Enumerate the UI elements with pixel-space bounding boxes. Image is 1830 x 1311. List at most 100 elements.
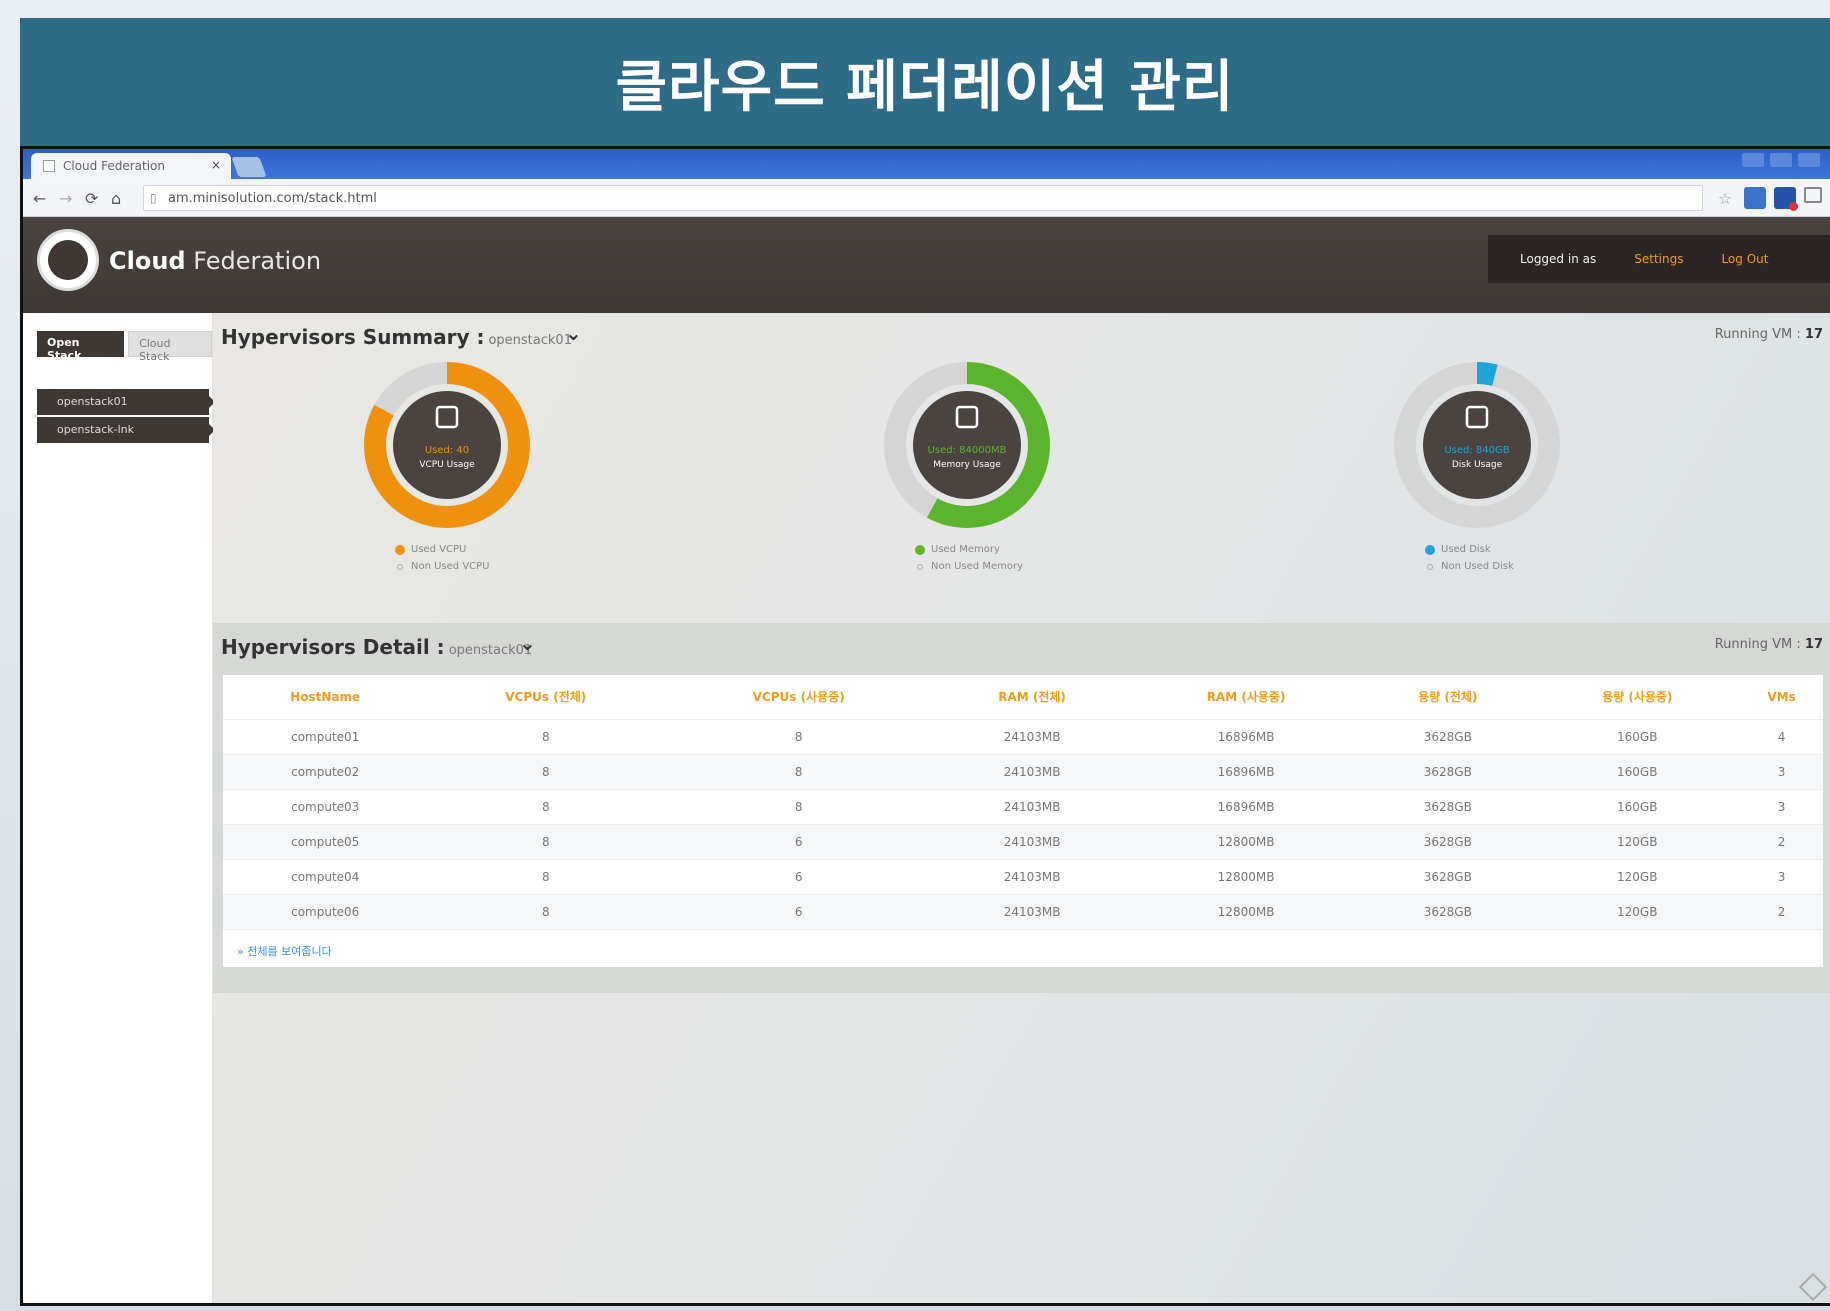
extension-icons: ☆ xyxy=(1714,187,1822,211)
table-row[interactable]: compute06 8 6 24103MB 12800MB 3628GB 120GB 2 xyxy=(223,894,1823,930)
table-cell: 8 xyxy=(427,754,665,790)
running-vm-value: 17 xyxy=(1804,327,1823,342)
table-cell: 24103MB xyxy=(933,719,1131,755)
disk-legend: Used Disk Non Used Disk xyxy=(1357,541,1597,575)
table-cell: compute05 xyxy=(223,824,428,860)
settings-link[interactable]: Settings xyxy=(1634,252,1683,266)
back-icon[interactable]: ← xyxy=(33,189,46,208)
table-row[interactable]: compute02 8 8 24103MB 16896MB 3628GB 160GB 3 xyxy=(223,754,1823,790)
memory-used-value: Used: 84000MB xyxy=(928,445,1007,456)
table-cell: compute04 xyxy=(223,859,428,895)
legend-label: Used VCPU xyxy=(411,544,467,555)
table-cell: 12800MB xyxy=(1131,894,1362,930)
browser-tab[interactable]: Cloud Federation × xyxy=(31,153,231,179)
column-header[interactable]: VCPUs (전체) xyxy=(427,675,665,720)
column-header[interactable]: 용량 (전체) xyxy=(1361,675,1535,720)
show-all-link[interactable]: » 전체를 보여줍니다 xyxy=(237,943,332,959)
table-cell: compute06 xyxy=(223,894,428,930)
table-cell: 24103MB xyxy=(933,894,1131,930)
column-header[interactable]: 용량 (사용중) xyxy=(1534,675,1741,720)
table-cell: 16896MB xyxy=(1131,789,1362,825)
table-cell: 6 xyxy=(664,894,934,930)
table-cell: 160GB xyxy=(1534,789,1741,825)
page-icon: ▯ xyxy=(150,191,157,205)
tab-open-stack[interactable]: Open Stack xyxy=(37,331,125,362)
new-tab-button[interactable] xyxy=(231,157,267,177)
legend-dot-icon xyxy=(915,544,925,555)
extension-icon[interactable] xyxy=(1774,187,1798,211)
summary-title-text: Hypervisors Summary : xyxy=(221,325,485,349)
browser-window: Cloud Federation × ← → ⟳ ⌂ ▯ am.minisolu… xyxy=(20,146,1830,1306)
hypervisor-table: HostName VCPUs (전체) VCPUs (사용중) RAM (전체) RAM… xyxy=(223,675,1823,967)
sidebar-item[interactable]: openstack01 xyxy=(37,389,215,415)
legend-item: Non Used Memory xyxy=(915,558,1087,575)
bookmark-star-icon[interactable]: ☆ xyxy=(1714,187,1736,209)
slide-banner: 클라우드 페더레이션 관리 xyxy=(20,18,1830,146)
vcpu-gauge: Used: 40 VCPU Usage Used VCPU Non Used VCPU xyxy=(327,357,567,575)
table-cell: 8 xyxy=(427,789,665,825)
url-text: am.minisolution.com/stack.html xyxy=(168,191,377,206)
table-cell: 8 xyxy=(427,824,665,860)
table-cell: 8 xyxy=(664,789,934,825)
home-icon[interactable]: ⌂ xyxy=(111,189,121,208)
vcpu-legend: Used VCPU Non Used VCPU xyxy=(327,541,567,575)
table-cell: 3628GB xyxy=(1361,824,1535,860)
table-cell: 24103MB xyxy=(933,789,1131,825)
table-header-row: HostName VCPUs (전체) VCPUs (사용중) RAM (전체) RAM… xyxy=(223,675,1823,720)
vcpu-used-value: Used: 40 xyxy=(425,445,469,456)
table-cell: 24103MB xyxy=(933,824,1131,860)
table-cell: 160GB xyxy=(1534,719,1741,755)
disk-gauge: Used: 840GB Disk Usage Used Disk Non Used D… xyxy=(1357,357,1597,575)
forward-icon[interactable]: → xyxy=(59,189,72,208)
table-cell: 16896MB xyxy=(1131,754,1362,790)
column-header[interactable]: RAM (전체) xyxy=(933,675,1131,720)
column-header[interactable]: VCPUs (사용중) xyxy=(664,675,934,720)
address-bar[interactable]: ▯ am.minisolution.com/stack.html xyxy=(143,185,1703,211)
legend-item: Used VCPU xyxy=(395,541,567,558)
browser-toolbar: ← → ⟳ ⌂ ▯ am.minisolution.com/stack.html… xyxy=(23,179,1830,217)
chevron-down-icon[interactable]: ⌄ xyxy=(519,631,536,655)
column-header[interactable]: HostName xyxy=(223,675,428,720)
table-cell: 3 xyxy=(1740,859,1823,895)
extension-icon[interactable] xyxy=(1744,187,1766,209)
logout-link[interactable]: Log Out xyxy=(1721,252,1768,266)
table-cell: 6 xyxy=(664,859,934,895)
column-header[interactable]: RAM (사용중) xyxy=(1131,675,1362,720)
vcpu-usage-label: VCPU Usage xyxy=(419,460,475,470)
table-row[interactable]: compute05 8 6 24103MB 12800MB 3628GB 120GB 2 xyxy=(223,824,1823,860)
table-cell: 120GB xyxy=(1534,824,1741,860)
table-cell: 2 xyxy=(1740,894,1823,930)
table-cell: 3 xyxy=(1740,754,1823,790)
logo-icon xyxy=(37,229,99,291)
table-row[interactable]: compute01 8 8 24103MB 16896MB 3628GB 160GB 4 xyxy=(223,719,1823,755)
legend-dot-icon xyxy=(1427,563,1433,570)
table-cell: 3628GB xyxy=(1361,754,1535,790)
table-body: compute01 8 8 24103MB 16896MB 3628GB 160GB 4 com… xyxy=(223,719,1823,930)
tab-cloud-stack[interactable]: Cloud Stack xyxy=(128,331,212,363)
close-icon[interactable]: × xyxy=(211,158,221,172)
hypervisors-detail: Hypervisors Detail : openstack01 ⌄ Runnin… xyxy=(213,623,1830,993)
table-cell: 4 xyxy=(1740,719,1823,755)
running-vm: Running VM : 17 xyxy=(1715,637,1823,652)
legend-item: Used Memory xyxy=(915,541,1087,558)
summary-title: Hypervisors Summary : openstack01 xyxy=(221,325,572,349)
sidebar-list: openstack01 openstack-lnk xyxy=(37,389,215,445)
chevron-down-icon[interactable]: ⌄ xyxy=(565,321,582,345)
column-header[interactable]: VMs xyxy=(1740,675,1823,720)
sidebar-item[interactable]: openstack-lnk xyxy=(37,417,215,443)
maximize-button[interactable] xyxy=(1770,153,1792,167)
close-window-button[interactable] xyxy=(1798,153,1820,167)
table-row[interactable]: compute03 8 8 24103MB 16896MB 3628GB 160GB 3 xyxy=(223,789,1823,825)
legend-dot-icon xyxy=(395,544,405,555)
memory-donut: Used: 84000MB Memory Usage xyxy=(884,362,1050,528)
settings-icon[interactable] xyxy=(1798,1272,1828,1302)
table-cell: 8 xyxy=(664,719,934,755)
table-cell: 16896MB xyxy=(1131,719,1362,755)
legend-label: Non Used Memory xyxy=(931,561,1023,572)
reload-icon[interactable]: ⟳ xyxy=(85,189,98,208)
menu-icon[interactable] xyxy=(1804,187,1822,203)
main-content: Hypervisors Summary : openstack01 ⌄ Runni… xyxy=(213,313,1830,1303)
minimize-button[interactable] xyxy=(1742,153,1764,167)
table-row[interactable]: compute04 8 6 24103MB 12800MB 3628GB 120GB 3 xyxy=(223,859,1823,895)
legend-dot-icon xyxy=(917,563,923,570)
